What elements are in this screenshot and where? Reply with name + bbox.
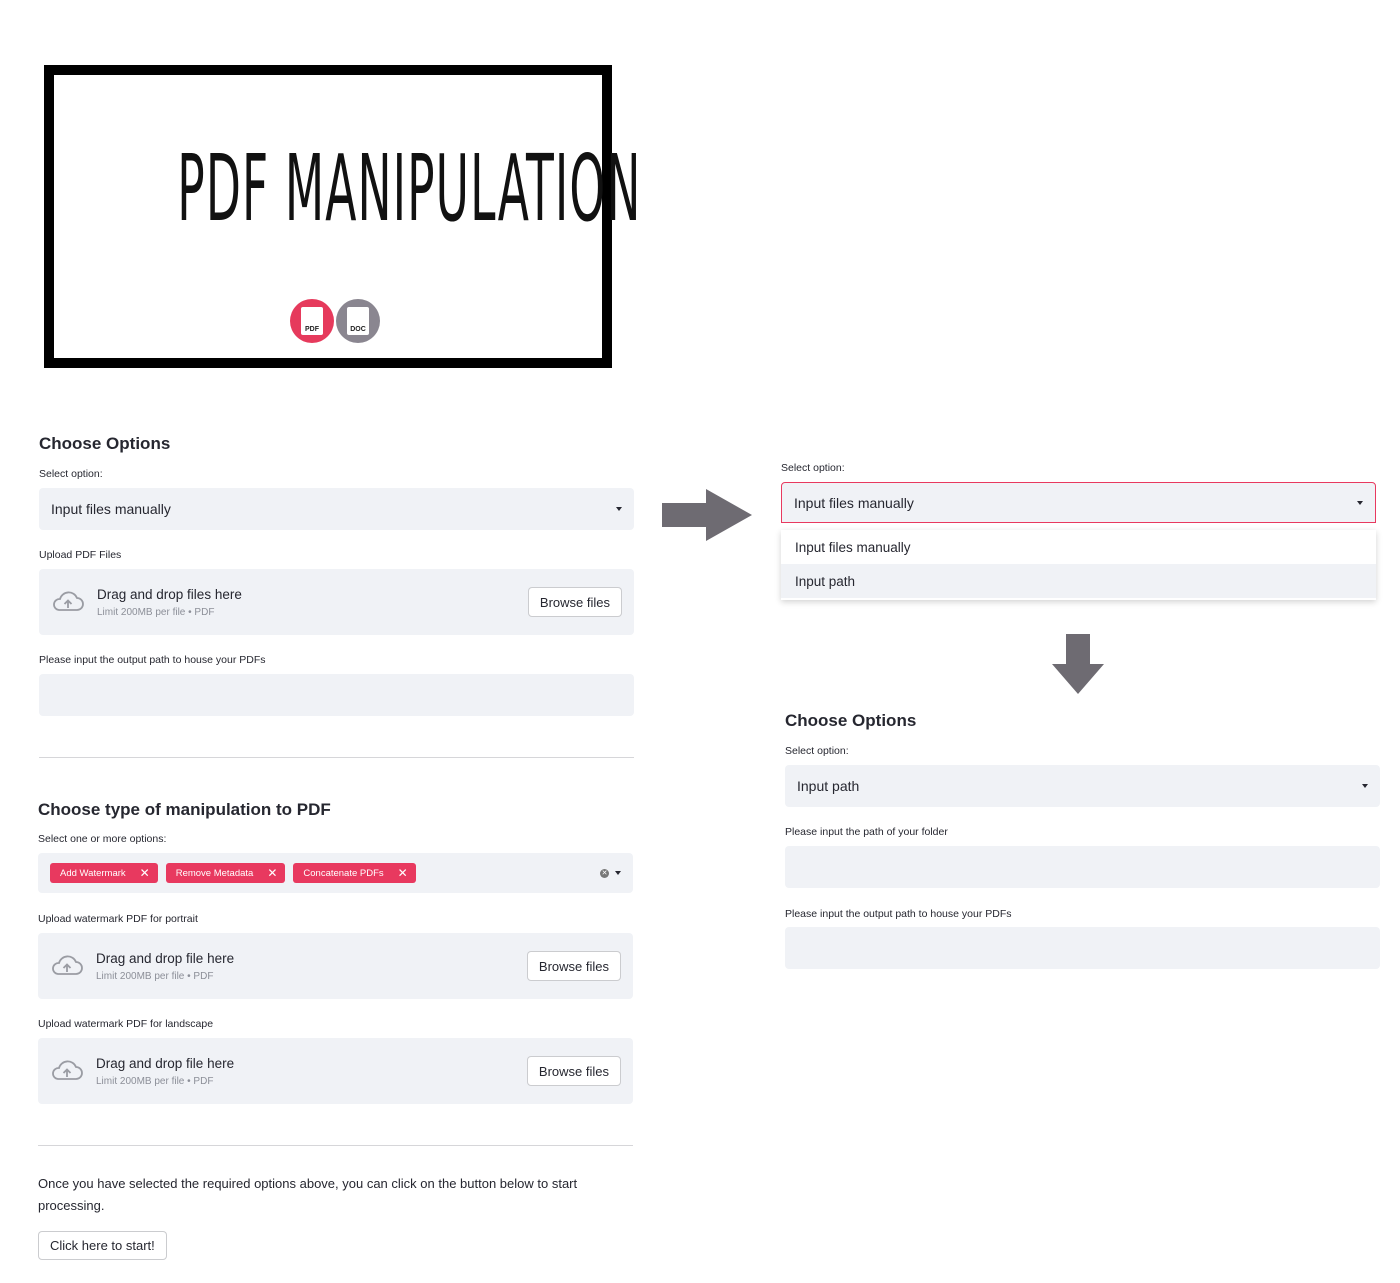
output-path-label: Please input the output path to house yo… (39, 654, 266, 666)
tag-concatenate-pdfs: Concatenate PDFs ✕ (293, 863, 416, 883)
upload-instructions: Drag and drop files here (97, 586, 242, 602)
browse-files-button[interactable]: Browse files (526, 951, 621, 981)
divider (39, 757, 634, 758)
chevron-down-icon (1357, 500, 1363, 505)
arrow-right-icon (662, 489, 752, 541)
chevron-down-icon (616, 507, 622, 511)
banner-title: PDF MANIPULATION (177, 135, 642, 242)
dropdown-select-label: Select option: (781, 462, 845, 474)
cloud-upload-icon (52, 1060, 83, 1080)
tag-add-watermark: Add Watermark ✕ (50, 863, 158, 883)
portrait-upload-label: Upload watermark PDF for portrait (38, 913, 198, 925)
cloud-upload-icon (53, 591, 84, 611)
pdf-file-uploader[interactable]: Drag and drop files here Limit 200MB per… (39, 569, 634, 635)
folder-path-input[interactable] (785, 846, 1380, 888)
upload-limit: Limit 200MB per file • PDF (97, 606, 215, 618)
select-option-label: Select option: (39, 468, 103, 480)
upload-limit: Limit 200MB per file • PDF (96, 1075, 214, 1087)
banner-icons: PDF DOC (290, 299, 380, 343)
output-path-input-right[interactable] (785, 927, 1380, 969)
multiselect-label: Select one or more options: (38, 833, 167, 845)
close-icon[interactable]: ✕ (398, 866, 408, 880)
option-select-value: Input path (797, 778, 860, 794)
pdf-icon: PDF (290, 299, 334, 343)
portrait-file-uploader[interactable]: Drag and drop file here Limit 200MB per … (38, 933, 633, 999)
upload-instructions: Drag and drop file here (96, 1055, 235, 1071)
banner-image: PDF MANIPULATION PDF DOC (44, 65, 642, 368)
browse-files-button[interactable]: Browse files (526, 1056, 621, 1086)
browse-files-button[interactable]: Browse files (527, 587, 622, 617)
landscape-upload-label: Upload watermark PDF for landscape (38, 1018, 214, 1030)
landscape-file-uploader[interactable]: Drag and drop file here Limit 200MB per … (38, 1038, 633, 1104)
menu-item-input-files-manually[interactable]: Input files manually (781, 530, 1376, 564)
output-path-input[interactable] (39, 674, 634, 716)
output-path-label-right: Please input the output path to house yo… (785, 908, 1012, 920)
options-heading-right: Choose Options (785, 711, 917, 730)
start-button[interactable]: Click here to start! (38, 1231, 167, 1260)
option-select-value: Input files manually (51, 501, 171, 517)
arrow-down-icon (1052, 634, 1104, 694)
clear-all-icon[interactable]: ✕ (600, 868, 609, 878)
chevron-down-icon (1362, 784, 1368, 788)
option-select-value: Input files manually (794, 494, 914, 511)
close-icon[interactable]: ✕ (140, 866, 150, 880)
chevron-down-icon[interactable] (615, 871, 621, 875)
select-option-label-right: Select option: (785, 745, 849, 757)
close-icon[interactable]: ✕ (267, 866, 277, 880)
doc-icon: DOC (336, 299, 380, 343)
upload-limit: Limit 200MB per file • PDF (96, 970, 214, 982)
option-select[interactable]: Input files manually (39, 488, 634, 530)
option-select-right[interactable]: Input path (785, 765, 1380, 807)
start-instructions: Once you have selected the required opti… (38, 1176, 578, 1213)
upload-instructions: Drag and drop file here (96, 950, 235, 966)
manipulation-multiselect[interactable]: Add Watermark ✕ Remove Metadata ✕ Concaten… (38, 853, 633, 893)
manipulation-heading: Choose type of manipulation to PDF (38, 800, 331, 819)
cloud-upload-icon (52, 955, 83, 975)
upload-pdf-label: Upload PDF Files (39, 549, 122, 561)
select-dropdown-menu: Input files manually Input path (781, 530, 1376, 600)
option-select-open[interactable]: Input files manually (781, 482, 1376, 523)
menu-item-input-path[interactable]: Input path (781, 564, 1376, 598)
folder-path-label: Please input the path of your folder (785, 826, 948, 838)
options-heading: Choose Options (39, 434, 171, 453)
divider (38, 1145, 633, 1146)
tag-remove-metadata: Remove Metadata ✕ (165, 863, 286, 883)
